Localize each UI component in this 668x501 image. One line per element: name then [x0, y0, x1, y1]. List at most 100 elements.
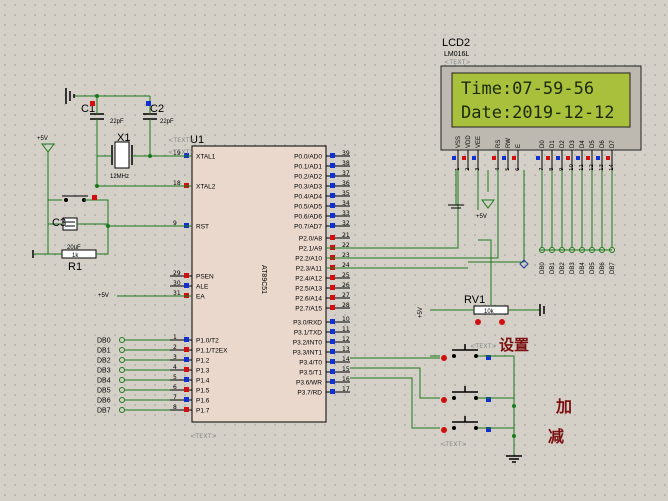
- mcu-pin-name: P1.0/T2: [196, 338, 219, 345]
- pin-state: [330, 379, 335, 384]
- p1-db-label: DB2: [97, 358, 111, 365]
- pin-state: [452, 156, 456, 160]
- rv1-ref: RV1: [464, 294, 485, 306]
- db-label: DB7: [610, 262, 616, 274]
- lcd-pin-name: RW: [506, 138, 512, 148]
- button-contact: [474, 396, 478, 400]
- p1-terminal[interactable]: [119, 357, 125, 363]
- p1-terminal[interactable]: [119, 377, 125, 383]
- button-group[interactable]: <TEXT> <TEXT>: [350, 343, 522, 463]
- c2-value: 22pF: [160, 119, 174, 125]
- pin-state: [330, 329, 335, 334]
- pin-state: [330, 153, 335, 158]
- junction: [512, 434, 516, 438]
- button-pin: [441, 427, 447, 433]
- mcu-pin-num: 37: [342, 170, 350, 177]
- c2-ref: C2: [150, 103, 164, 115]
- mcu-pin-name: P1.6: [196, 398, 210, 405]
- r1-value: 1k: [72, 253, 79, 259]
- mcu-pin-name: P2.0/A8: [299, 236, 323, 243]
- lcd-module[interactable]: LCD2 LM016L <TEXT> Time:07-59-56 Date:20…: [440, 37, 642, 172]
- p1-db-label: DB4: [97, 378, 111, 385]
- mcu-pin-num: 34: [342, 200, 350, 207]
- clock-reset-circuit[interactable]: C1 22pF C2 22pF X1 12MHz <TEXT> +5V C3 2…: [32, 88, 195, 299]
- pin-state: [330, 319, 335, 324]
- mcu-pin-name: P1.4: [196, 378, 210, 385]
- p1-terminal[interactable]: [119, 347, 125, 353]
- set-button-label: 设置: [499, 336, 529, 354]
- mcu-pin-name: P3.1/TXD: [294, 330, 322, 337]
- mcu-pin-num: 15: [342, 366, 350, 373]
- p1-db-label: DB7: [97, 408, 111, 415]
- pin-state: [330, 173, 335, 178]
- lcd-pin-num: 2: [465, 168, 471, 172]
- power-rv1-label: +5V: [418, 307, 424, 318]
- mcu-pin-name: P2.1/A9: [299, 246, 323, 253]
- button-contact: [474, 354, 478, 358]
- lcd-line-1: Time:07-59-56: [461, 79, 594, 99]
- mcu-pin-num: 32: [342, 220, 350, 227]
- mcu-pin-num: 38: [342, 160, 350, 167]
- mcu-pin-num: 16: [342, 376, 350, 383]
- button-contact: [452, 426, 456, 430]
- p1-terminal[interactable]: [119, 337, 125, 343]
- pin-state: [330, 213, 335, 218]
- pin-state: [184, 377, 189, 382]
- mcu-pin-name: P3.2/INT0: [293, 340, 323, 347]
- db-label: DB2: [560, 262, 566, 274]
- c1-value: 22pF: [110, 119, 124, 125]
- lcd-pin-name: D0: [540, 140, 546, 148]
- lcd-data-bus: DB0 DB1 DB2 DB3 DB4 DB5 DB6 DB7: [539, 170, 616, 274]
- p1-db-label: DB6: [97, 398, 111, 405]
- mcu-pin-name: P0.1/AD1: [294, 164, 322, 171]
- mcu-pin-name: P1.7: [196, 408, 210, 415]
- button-pin: [441, 397, 447, 403]
- sub-button[interactable]: [441, 416, 514, 433]
- pin-state: [556, 156, 560, 160]
- pin-state: [596, 156, 600, 160]
- mcu-pin-num: 36: [342, 180, 350, 187]
- mcu-pin-name: P0.0/AD0: [294, 154, 322, 161]
- power-lcd-label: +5V: [476, 214, 487, 220]
- pin-state: [330, 285, 335, 290]
- lcd-pin-name: D2: [560, 140, 566, 148]
- p1-terminal[interactable]: [119, 397, 125, 403]
- mcu-pin-num: 39: [342, 150, 350, 157]
- p1-db-label: DB0: [97, 338, 111, 345]
- schematic-canvas[interactable]: LCD2 LM016L <TEXT> Time:07-59-56 Date:20…: [0, 0, 668, 501]
- p1-terminal[interactable]: [119, 367, 125, 373]
- lcd-pin-name: D6: [600, 140, 606, 148]
- add-button[interactable]: [441, 386, 514, 403]
- pin-state: [330, 183, 335, 188]
- lcd-pin-num: 10: [569, 164, 575, 171]
- c3-ref: C3: [52, 217, 66, 229]
- p1-db-label: DB3: [97, 368, 111, 375]
- mcu-pin-name: PSEN: [196, 274, 214, 281]
- mcu-pin-name: P3.4/T0: [299, 360, 322, 367]
- mcu-pin-num: 33: [342, 210, 350, 217]
- pin-state: [330, 339, 335, 344]
- pin-state: [330, 163, 335, 168]
- db-label: DB0: [540, 262, 546, 274]
- mcu-pin-name: P3.7/RD: [297, 390, 322, 397]
- mcu-pin-num: 25: [342, 272, 350, 279]
- mcu-pin-num: 14: [342, 356, 350, 363]
- mcu-chip[interactable]: U1 <TEXT> AT89C51 <TEXT> XTAL119XTAL218R…: [168, 134, 350, 440]
- lcd-ref: LCD2: [442, 37, 470, 49]
- pin-state: [330, 349, 335, 354]
- mcu-pin-num: 28: [342, 302, 350, 309]
- p1-terminal[interactable]: [119, 407, 125, 413]
- pin-state: [184, 397, 189, 402]
- p1-terminal[interactable]: [119, 387, 125, 393]
- mcu-pin-name: P0.4/AD4: [294, 194, 322, 201]
- pin-state: [502, 156, 506, 160]
- mcu-pin-name: P2.4/A12: [295, 276, 322, 283]
- pin-state: [184, 337, 189, 342]
- mcu-pin-num: 7: [173, 394, 177, 401]
- lcd-pin-name: VDD: [466, 135, 472, 148]
- p1-db-label: DB5: [97, 388, 111, 395]
- pin-state: [330, 369, 335, 374]
- lcd-pin-num: 11: [579, 164, 585, 171]
- mcu-pin-name: P1.5: [196, 388, 210, 395]
- pin-state: [546, 156, 550, 160]
